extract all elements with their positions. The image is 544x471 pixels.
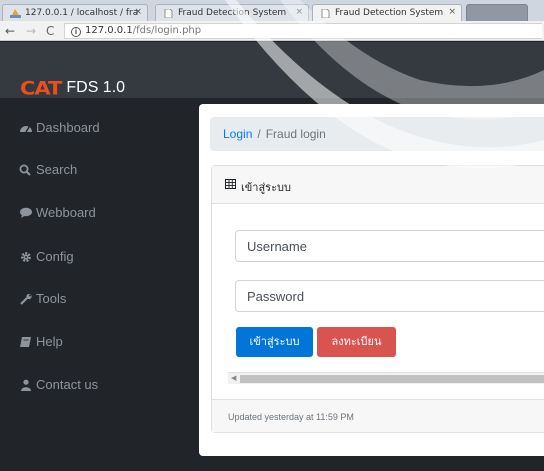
- breadcrumb-login-link[interactable]: Login: [223, 127, 252, 141]
- sidebar: Dashboard Search Webboard Config Tools H…: [0, 98, 199, 471]
- password-placeholder: Password: [247, 289, 305, 304]
- tachometer-icon: [20, 125, 32, 132]
- browser-tab-phpmyadmin[interactable]: 127.0.0.1 / localhost / fra ×: [2, 4, 148, 21]
- sidebar-item-label: Config: [36, 249, 74, 264]
- sidebar-item-tools[interactable]: Tools: [19, 291, 66, 306]
- scrollbar-thumb[interactable]: [240, 375, 544, 383]
- sidebar-item-label: Search: [36, 162, 78, 177]
- browser-tab-fds-active[interactable]: Fraud Detection System ×: [312, 4, 462, 21]
- url-host: 127.0.0.1: [85, 25, 133, 36]
- breadcrumb-current: Fraud login: [265, 127, 326, 141]
- sidebar-item-label: Tools: [36, 291, 67, 306]
- sidebar-item-contact[interactable]: Contact us: [19, 377, 98, 392]
- user-icon: [21, 379, 31, 391]
- login-card-footer: Updated yesterday at 11:59 PM: [212, 399, 544, 432]
- comment-icon: [20, 207, 32, 218]
- sailboat-icon: [10, 9, 21, 18]
- sidebar-item-help[interactable]: Help: [19, 334, 63, 349]
- cat-logo: CAT: [20, 77, 62, 99]
- info-icon[interactable]: i: [71, 27, 81, 37]
- username-input[interactable]: Username: [235, 230, 544, 262]
- search-icon: [19, 164, 31, 176]
- wrench-icon: [20, 293, 32, 305]
- scroll-left-icon[interactable]: ◀: [231, 374, 236, 382]
- horizontal-scrollbar[interactable]: ◀: [228, 372, 544, 384]
- gear-icon: [21, 251, 31, 262]
- sidebar-item-label: Dashboard: [36, 120, 100, 135]
- sidebar-item-label: Webboard: [36, 205, 96, 220]
- tab-close-icon[interactable]: ×: [448, 7, 456, 17]
- url-path: /fds/login.php: [132, 25, 202, 36]
- back-arrow-icon[interactable]: ←: [5, 24, 15, 38]
- card-title: เข้าสู่ระบบ: [241, 181, 291, 194]
- page-icon: [321, 9, 330, 18]
- sidebar-item-label: Help: [36, 334, 63, 349]
- tab-close-icon[interactable]: ×: [134, 7, 142, 17]
- tab-title: Fraud Detection System: [335, 8, 444, 18]
- sidebar-item-dashboard[interactable]: Dashboard: [19, 120, 100, 135]
- login-card-header: เข้าสู่ระบบ: [212, 166, 544, 204]
- forward-arrow-icon[interactable]: →: [26, 24, 36, 38]
- login-button[interactable]: เข้าสู่ระบบ: [236, 327, 313, 357]
- brand[interactable]: CAT FDS 1.0: [20, 76, 125, 100]
- table-icon: [225, 179, 236, 189]
- reload-icon[interactable]: C: [46, 24, 54, 38]
- page-icon: [164, 9, 173, 18]
- browser-tab-fds-1[interactable]: Fraud Detection System ×: [155, 4, 309, 21]
- sidebar-item-webboard[interactable]: Webboard: [19, 205, 96, 220]
- breadcrumb: Login / Fraud login: [210, 117, 544, 151]
- sidebar-item-search[interactable]: Search: [19, 162, 77, 177]
- sidebar-item-label: Contact us: [36, 377, 99, 392]
- tab-title: 127.0.0.1 / localhost / fra: [25, 8, 139, 18]
- sidebar-item-config[interactable]: Config: [19, 249, 74, 264]
- book-icon: [20, 336, 31, 347]
- new-tab-button[interactable]: [466, 4, 528, 21]
- tab-title: Fraud Detection System: [178, 8, 287, 18]
- tab-close-icon[interactable]: ×: [295, 7, 303, 17]
- app-name: FDS 1.0: [66, 79, 126, 96]
- username-placeholder: Username: [247, 239, 307, 254]
- url-field[interactable]: i 127.0.0.1/fds/login.php: [64, 23, 542, 39]
- register-button[interactable]: ลงทะเบียน: [317, 327, 396, 357]
- breadcrumb-separator: /: [257, 127, 261, 141]
- browser-tab-strip: 127.0.0.1 / localhost / fra × Fraud Dete…: [0, 0, 544, 21]
- password-input[interactable]: Password: [235, 280, 544, 312]
- address-bar-row: ← → C i 127.0.0.1/fds/login.php: [0, 21, 544, 41]
